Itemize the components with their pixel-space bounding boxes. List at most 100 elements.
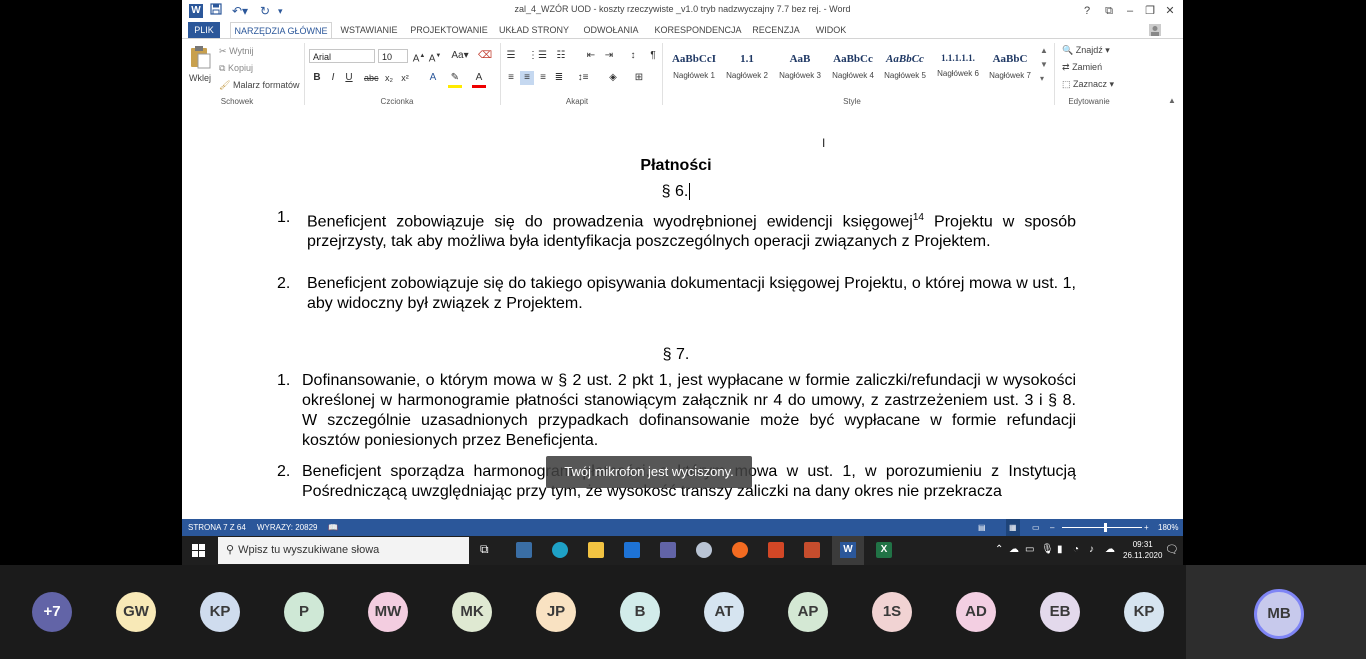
more-participants-badge[interactable]: +7 xyxy=(32,592,72,632)
task-view-icon[interactable]: ⧉ xyxy=(480,542,496,558)
microphone-icon[interactable]: 🎙 xyxy=(1041,544,1054,555)
powerpoint-icon[interactable] xyxy=(768,542,784,558)
footnote-ref[interactable]: 14 xyxy=(913,212,924,223)
tab-view[interactable]: WIDOK xyxy=(810,22,852,38)
document-canvas[interactable]: Płatności § 6. 1. Beneficjent zobowiązuj… xyxy=(182,109,1183,507)
align-left-icon[interactable]: ≡ xyxy=(504,71,518,85)
show-marks-icon[interactable]: ¶ xyxy=(646,49,660,63)
onedrive-icon[interactable]: ☁ xyxy=(1009,544,1019,555)
style-option[interactable]: AaBbCc Nagłówek 5 xyxy=(879,44,931,88)
grow-font-icon[interactable]: A▲ xyxy=(412,49,426,66)
shading-icon[interactable]: ◈ xyxy=(606,71,620,85)
taskbar-search[interactable]: ⚲ Wpisz tu wyszukiwane słowa xyxy=(218,537,469,564)
edge-browser-icon[interactable] xyxy=(552,542,568,558)
read-mode-icon[interactable]: ▤ xyxy=(978,519,986,536)
tab-design[interactable]: PROJEKTOWANIE xyxy=(410,22,488,38)
winrar-icon[interactable] xyxy=(804,542,820,558)
text-effects-icon[interactable]: A xyxy=(426,71,440,85)
clock[interactable]: 09:31 26.11.2020 xyxy=(1123,539,1162,561)
battery-icon[interactable]: ▮ xyxy=(1057,544,1063,555)
zoom-slider-thumb[interactable] xyxy=(1104,523,1107,532)
file-explorer-icon[interactable] xyxy=(588,542,604,558)
participant-avatar[interactable]: JP xyxy=(536,592,576,632)
participant-avatar[interactable]: MK xyxy=(452,592,492,632)
participant-avatar[interactable]: MW xyxy=(368,592,408,632)
mail-icon[interactable] xyxy=(624,542,640,558)
italic-icon[interactable]: I xyxy=(326,71,340,85)
styles-scroll-up-icon[interactable]: ▲ xyxy=(1040,45,1048,57)
cloud-icon[interactable]: ☁ xyxy=(1105,544,1115,555)
sort-icon[interactable]: ↕ xyxy=(626,49,640,63)
self-avatar[interactable]: MB xyxy=(1254,589,1304,639)
format-painter-button[interactable]: 🖌 Malarz formatów xyxy=(219,79,299,91)
bold-icon[interactable]: B xyxy=(310,71,324,85)
style-option[interactable]: 1.1 Nagłówek 2 xyxy=(721,44,773,88)
print-layout-icon[interactable]: ▦ xyxy=(1006,519,1020,536)
user-account[interactable] xyxy=(1149,24,1161,38)
clear-formatting-icon[interactable]: ⌫ xyxy=(478,49,492,63)
tab-home[interactable]: NARZĘDZIA GŁÓWNE xyxy=(230,22,332,39)
copy-button[interactable]: ⧉ Kopiuj xyxy=(219,62,253,74)
ribbon-display-options-button[interactable]: ⧉ xyxy=(1099,2,1119,20)
superscript-icon[interactable]: x² xyxy=(398,71,412,85)
replace-button[interactable]: ⇄ Zamień xyxy=(1062,61,1102,73)
firefox-icon[interactable] xyxy=(732,542,748,558)
participant-avatar[interactable]: KP xyxy=(200,592,240,632)
tab-insert[interactable]: WSTAWIANIE xyxy=(338,22,400,38)
shrink-font-icon[interactable]: A▼ xyxy=(428,49,442,66)
participant-avatar[interactable]: EB xyxy=(1040,592,1080,632)
teams-icon[interactable] xyxy=(660,542,676,558)
style-option[interactable]: AaBbC Nagłówek 7 xyxy=(984,44,1036,88)
underline-icon[interactable]: U xyxy=(342,71,356,85)
select-button[interactable]: ⬚ Zaznacz ▾ xyxy=(1062,78,1114,90)
styles-scroll-down-icon[interactable]: ▼ xyxy=(1040,59,1048,71)
participant-avatar[interactable]: AP xyxy=(788,592,828,632)
find-button[interactable]: 🔍 Znajdź ▾ xyxy=(1062,44,1110,56)
align-right-icon[interactable]: ≡ xyxy=(536,71,550,85)
multilevel-list-icon[interactable]: ☷ xyxy=(554,49,568,63)
windows-start-icon[interactable] xyxy=(192,544,205,562)
zoom-level[interactable]: 180% xyxy=(1158,519,1178,536)
font-name-combo[interactable]: Arial xyxy=(309,49,375,63)
collapse-ribbon-icon[interactable]: ▲ xyxy=(1168,95,1176,107)
zoom-out-icon[interactable]: – xyxy=(1050,519,1054,536)
tab-mailings[interactable]: KORESPONDENCJA xyxy=(652,22,744,38)
participant-avatar[interactable]: P xyxy=(284,592,324,632)
participant-avatar[interactable]: 1S xyxy=(872,592,912,632)
page-indicator[interactable]: STRONA 7 Z 64 xyxy=(188,519,246,536)
web-layout-icon[interactable]: ▭ xyxy=(1032,519,1040,536)
style-option[interactable]: AaBbCc Nagłówek 4 xyxy=(827,44,879,88)
participant-avatar[interactable]: KP xyxy=(1124,592,1164,632)
participant-avatar[interactable]: GW xyxy=(116,592,156,632)
borders-icon[interactable]: ⊞ xyxy=(632,71,646,85)
bullets-icon[interactable]: ☰ xyxy=(504,49,518,63)
font-size-combo[interactable]: 10 xyxy=(378,49,408,63)
paste-button[interactable]: Wklej xyxy=(188,45,212,84)
network-icon[interactable]: ◔ xyxy=(1073,544,1079,555)
highlight-color-icon[interactable]: ✎ xyxy=(448,71,462,88)
change-case-icon[interactable]: Aa▾ xyxy=(450,49,470,63)
justify-icon[interactable]: ≣ xyxy=(552,71,566,85)
calculator-icon[interactable] xyxy=(516,542,532,558)
usb-icon[interactable]: ▭ xyxy=(1025,544,1034,555)
word-count[interactable]: WYRAZY: 20829 xyxy=(257,519,317,536)
participant-avatar[interactable]: AD xyxy=(956,592,996,632)
line-spacing-icon[interactable]: ↕≡ xyxy=(576,71,590,85)
numbering-icon[interactable]: ⋮☰ xyxy=(528,49,547,63)
subscript-icon[interactable]: x₂ xyxy=(382,71,396,85)
excel-icon[interactable]: X xyxy=(876,542,892,558)
tab-review[interactable]: RECENZJA xyxy=(752,22,800,38)
minimize-button[interactable]: – xyxy=(1120,2,1140,20)
align-center-icon[interactable]: ≡ xyxy=(520,71,534,85)
strikethrough-icon[interactable]: abc xyxy=(364,71,379,85)
snipping-tool-icon[interactable] xyxy=(696,542,712,558)
style-option[interactable]: AaBbCcI Nagłówek 1 xyxy=(668,44,720,88)
participant-avatar[interactable]: AT xyxy=(704,592,744,632)
close-button[interactable]: ✕ xyxy=(1160,2,1180,20)
word-taskbar-active[interactable]: W xyxy=(832,536,864,565)
tab-file[interactable]: PLIK xyxy=(188,22,220,38)
restore-button[interactable]: ❐ xyxy=(1140,2,1160,20)
styles-more-icon[interactable]: ▾ xyxy=(1040,73,1044,85)
volume-icon[interactable]: ♪ xyxy=(1089,544,1094,555)
participant-avatar[interactable]: B xyxy=(620,592,660,632)
